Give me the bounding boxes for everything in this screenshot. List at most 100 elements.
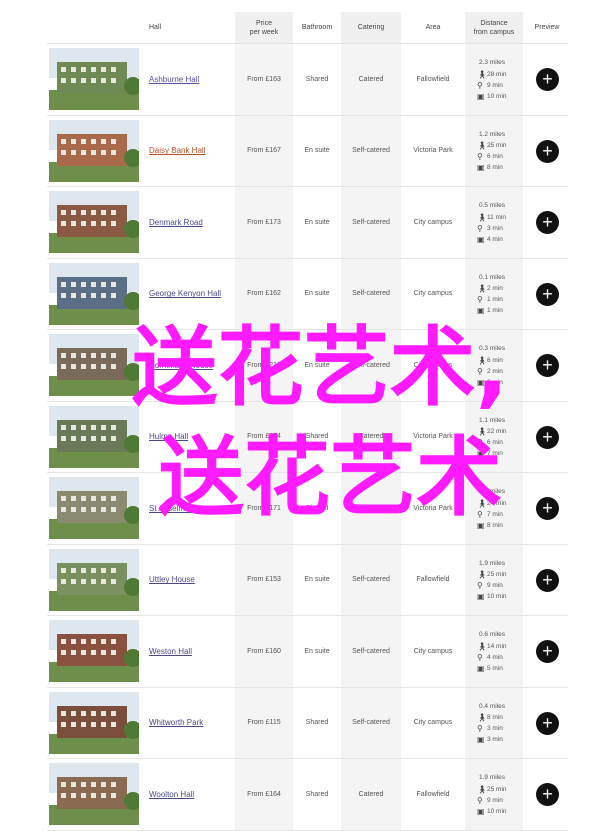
preview-plus-button[interactable]: + [536, 640, 559, 663]
hall-name-link[interactable]: Whitworth Park [149, 688, 203, 759]
bus-time: 10 min [487, 593, 507, 601]
bicycle-icon: ⚲ [477, 80, 483, 90]
price-cell: From £163 [235, 44, 293, 115]
walk-time: 24 min [487, 499, 507, 507]
bathroom-cell: En suite [304, 576, 330, 584]
distance-miles: 1.4 miles [479, 488, 506, 496]
distance-cell: 0.6 miles 🚶︎ 14 min ⚲ 4 min ▣ 5 min [465, 616, 523, 687]
walk-icon: 🚶︎ [477, 641, 488, 651]
price-cell: From £153 [235, 544, 293, 615]
preview-plus-button[interactable]: + [536, 68, 559, 91]
table-row: Uttley House From £153 En suite Self-cat… [47, 544, 568, 616]
distance-miles: 1.1 miles [479, 416, 506, 424]
distance-cell: 0.1 miles 🚶︎ 2 min ⚲ 1 min ▣ 1 min [465, 258, 523, 329]
hall-photo [49, 763, 139, 825]
hall-name-link[interactable]: Uttley House [149, 545, 195, 616]
preview-plus-button[interactable]: + [536, 783, 559, 806]
bus-time: 1 min [487, 307, 503, 315]
catering-cell: Self-catered [341, 258, 401, 329]
catering-cell: Self-catered [341, 687, 401, 758]
preview-plus-button[interactable]: + [536, 497, 559, 520]
preview-plus-button[interactable]: + [536, 354, 559, 377]
price-cell: From £162 [235, 258, 293, 329]
hall-name-link[interactable]: George Kenyon Hall [149, 259, 221, 330]
preview-plus-button[interactable]: + [536, 282, 559, 306]
preview-plus-button[interactable]: + [536, 211, 559, 234]
header-preview: Preview [534, 24, 560, 31]
hall-photo [49, 334, 139, 396]
table-row: St Anselm Hall From £171 Shared Catered … [47, 473, 568, 545]
cycle-time: 1 min [487, 296, 503, 304]
bicycle-icon: ⚲ [477, 652, 483, 662]
distance-cell: 1.9 miles 🚶︎ 25 min ⚲ 9 min ▣ 10 min [465, 759, 523, 830]
cycle-time: 9 min [487, 796, 503, 804]
hall-name-link[interactable]: Weston Hall [149, 616, 192, 687]
bus-icon: ▣ [477, 806, 485, 816]
cycle-time: 9 min [487, 81, 503, 89]
price-cell: From £164 [235, 759, 293, 830]
bus-time: 8 min [487, 164, 503, 172]
walk-time: 25 min [487, 785, 507, 793]
hall-name-link[interactable]: Hulme Hall [149, 402, 188, 473]
area-cell: City campus [413, 218, 453, 226]
bicycle-icon: ⚲ [477, 366, 483, 376]
walk-time: 11 min [487, 213, 507, 221]
walk-icon: 🚶︎ [477, 498, 488, 508]
bathroom-cell: En suite [304, 647, 330, 655]
bathroom-cell: Shared [305, 75, 329, 83]
catering-cell: Catered [341, 473, 401, 544]
bathroom-cell: En suite [304, 218, 330, 226]
preview-plus-button[interactable]: + [536, 568, 559, 592]
bus-time: 8 min [487, 521, 503, 529]
bicycle-icon: ⚲ [477, 152, 483, 162]
hall-name-link[interactable]: St Anselm Hall [149, 473, 201, 544]
cycle-time: 3 min [487, 224, 503, 232]
hall-photo [49, 548, 139, 611]
halls-table: Hall Price per week Bathroom Catering Are… [47, 12, 568, 831]
area-cell: Fallowfield [416, 75, 450, 83]
bathroom-cell: Shared [305, 433, 329, 441]
hall-name-link[interactable]: Hornimans House [149, 330, 213, 401]
walk-time: 22 min [487, 428, 507, 436]
distance-cell: 0.5 miles 🚶︎ 11 min ⚲ 3 min ▣ 4 min [465, 187, 523, 258]
distance-cell: 0.4 miles 🚶︎ 8 min ⚲ 3 min ▣ 3 min [465, 687, 523, 758]
hall-name-link[interactable]: Denmark Road [149, 187, 203, 258]
catering-cell: Self-catered [341, 544, 401, 615]
preview-plus-button[interactable]: + [536, 425, 559, 449]
bicycle-icon: ⚲ [477, 724, 483, 734]
walk-time: 6 min [487, 356, 503, 364]
table-row: Hornimans House From £219 En suite Self-… [47, 330, 568, 402]
walk-time: 28 min [487, 70, 507, 78]
walk-icon: 🚶︎ [477, 141, 488, 151]
bicycle-icon: ⚲ [477, 438, 483, 448]
walk-icon: 🚶︎ [477, 284, 488, 294]
cycle-time: 9 min [487, 582, 503, 590]
bus-icon: ▣ [477, 449, 485, 459]
distance-cell: 1.4 miles 🚶︎ 24 min ⚲ 7 min ▣ 8 min [465, 473, 523, 544]
header-hall: Hall [149, 24, 162, 31]
area-cell: Victoria Park [413, 147, 453, 155]
preview-plus-button[interactable]: + [536, 711, 559, 735]
bus-time: 10 min [487, 92, 507, 100]
hall-photo [49, 48, 139, 110]
hall-name-link[interactable]: Woolton Hall [149, 759, 194, 830]
distance-miles: 0.5 miles [479, 202, 506, 210]
bus-time: 5 min [487, 664, 503, 672]
hall-photo [49, 262, 139, 325]
bicycle-icon: ⚲ [477, 509, 483, 519]
table-row: Weston Hall From £160 En suite Self-cate… [47, 616, 568, 688]
walk-time: 2 min [487, 285, 503, 293]
bus-icon: ▣ [477, 234, 485, 244]
catering-cell: Catered [341, 44, 401, 115]
walk-time: 25 min [487, 571, 507, 579]
bus-icon: ▣ [477, 163, 485, 173]
area-cell: City campus [413, 290, 453, 298]
table-row: George Kenyon Hall From £162 En suite Se… [47, 258, 568, 330]
distance-miles: 0.3 miles [479, 345, 506, 353]
hall-name-link[interactable]: Daisy Bank Hall [149, 116, 205, 187]
preview-plus-button[interactable]: + [536, 139, 559, 163]
header-distance: Distance from campus [465, 12, 523, 43]
cycle-time: 7 min [487, 510, 503, 518]
distance-cell: 2.3 miles 🚶︎ 28 min ⚲ 9 min ▣ 10 min [465, 44, 523, 115]
hall-name-link[interactable]: Ashburne Hall [149, 44, 199, 115]
